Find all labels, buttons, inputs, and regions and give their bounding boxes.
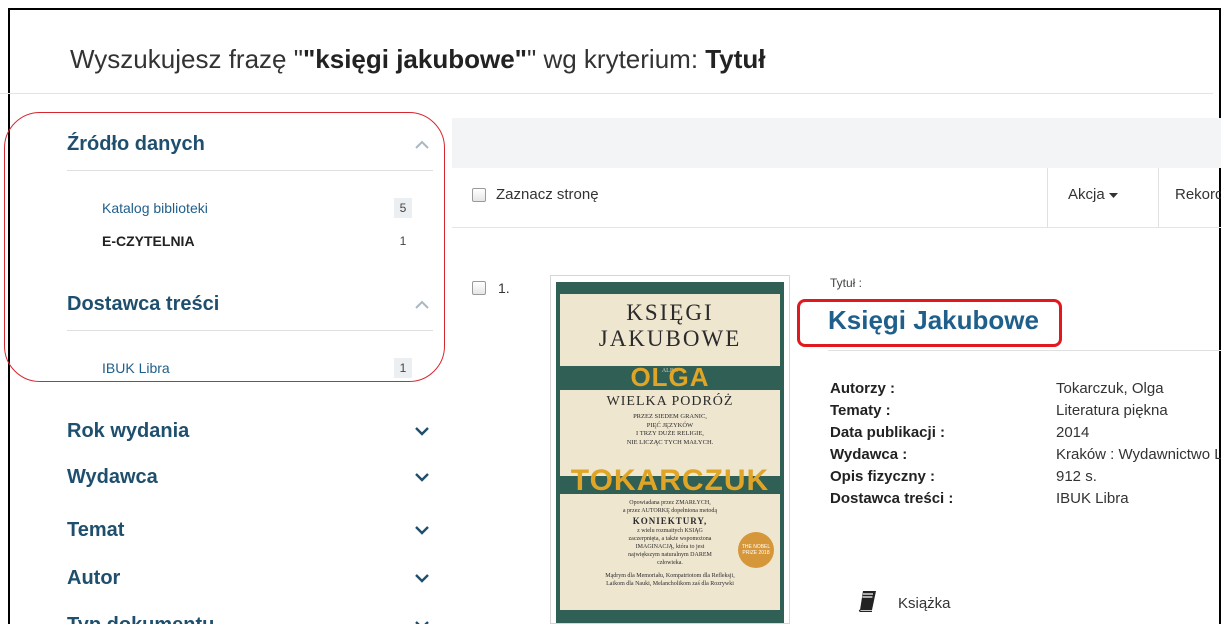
book-cover[interactable]: KSIĘGI JAKUBOWE ALBO OLGA WIELKA PODRÓŻ … [550,275,790,624]
toolbar-divider [1158,168,1159,228]
cover-title-line: KSIĘGI [626,300,714,325]
chevron-down-icon[interactable] [411,568,433,590]
detail-label: Dostawca treści : [830,490,954,507]
book-icon [858,590,878,616]
cover-art: KSIĘGI JAKUBOWE ALBO OLGA WIELKA PODRÓŻ … [556,282,784,623]
action-label: Akcja [1068,186,1105,203]
cover-subtitle-small: PRZEZ SIEDEM GRANIC, PIĘĆ JĘZYKÓW I TRZY… [626,413,714,446]
title-divider [828,350,1221,351]
cover-author-first: OLGA [630,362,710,392]
facet-title: Rok wydania [67,420,190,442]
caret-down-icon [1108,186,1118,203]
chevron-down-icon[interactable] [411,467,433,489]
facet-header-author[interactable]: Autor [67,567,433,590]
format-indicator: Książka [858,590,951,616]
title-label: Tytuł : [830,276,863,290]
detail-value-provider: IBUK Libra [1056,490,1129,507]
detail-value-subjects[interactable]: Literatura piękna [1056,402,1168,419]
facet-title: Temat [67,519,125,541]
detail-label: Opis fizyczny : [830,468,936,485]
record-select[interactable]: 1. [472,280,510,296]
select-page-checkbox[interactable] [472,187,486,202]
select-page-label: Zaznacz stronę [496,186,599,203]
results-header-band [452,118,1221,168]
detail-label: Autorzy : [830,380,895,397]
facet-header-publisher[interactable]: Wydawca [67,466,433,489]
chevron-down-icon[interactable] [411,520,433,542]
facet-title: Typ dokumentu [67,614,214,624]
facet-title: Wydawca [67,466,158,488]
facet-header-doctype[interactable]: Typ dokumentu [67,614,433,624]
format-label: Książka [898,594,951,612]
detail-value-authors[interactable]: Tokarczuk, Olga [1056,380,1164,397]
chevron-down-icon[interactable] [411,615,433,624]
cover-paper-strip: KSIĘGI JAKUBOWE [560,294,780,366]
search-heading: Wyszukujesz frazę ""księgi jakubowe"" wg… [70,44,766,74]
action-dropdown[interactable]: Akcja [1068,186,1118,203]
detail-label: Tematy : [830,402,891,419]
record-number: 1. [498,280,510,296]
cover-title-line: JAKUBOWE [598,326,742,351]
detail-value-publisher: Kraków : Wydawnictwo Literackie [1056,446,1221,463]
annotation-highlight-oval [4,112,445,382]
cover-subtitle: WIELKA PODRÓŻ [606,394,734,409]
nobel-badge: THE NOBEL PRIZE 2018 [738,532,774,568]
detail-value-date: 2014 [1056,424,1090,441]
select-page-control[interactable]: Zaznacz stronę [472,186,599,203]
toolbar-divider [1047,168,1048,228]
detail-label: Wydawca : [830,446,908,463]
detail-label: Data publikacji : [830,424,946,441]
cover-author-last: TOKARCZUK [570,464,770,497]
facet-header-year[interactable]: Rok wydania [67,420,433,443]
facet-header-subject[interactable]: Temat [67,519,433,542]
chevron-down-icon[interactable] [411,421,433,443]
facet-title: Autor [67,567,121,589]
records-dropdown[interactable]: Rekordy [1175,186,1221,203]
detail-value-physical: 912 s. [1056,468,1097,485]
annotation-highlight-box [797,299,1062,347]
record-checkbox[interactable] [472,281,486,295]
heading-divider [0,93,1213,94]
